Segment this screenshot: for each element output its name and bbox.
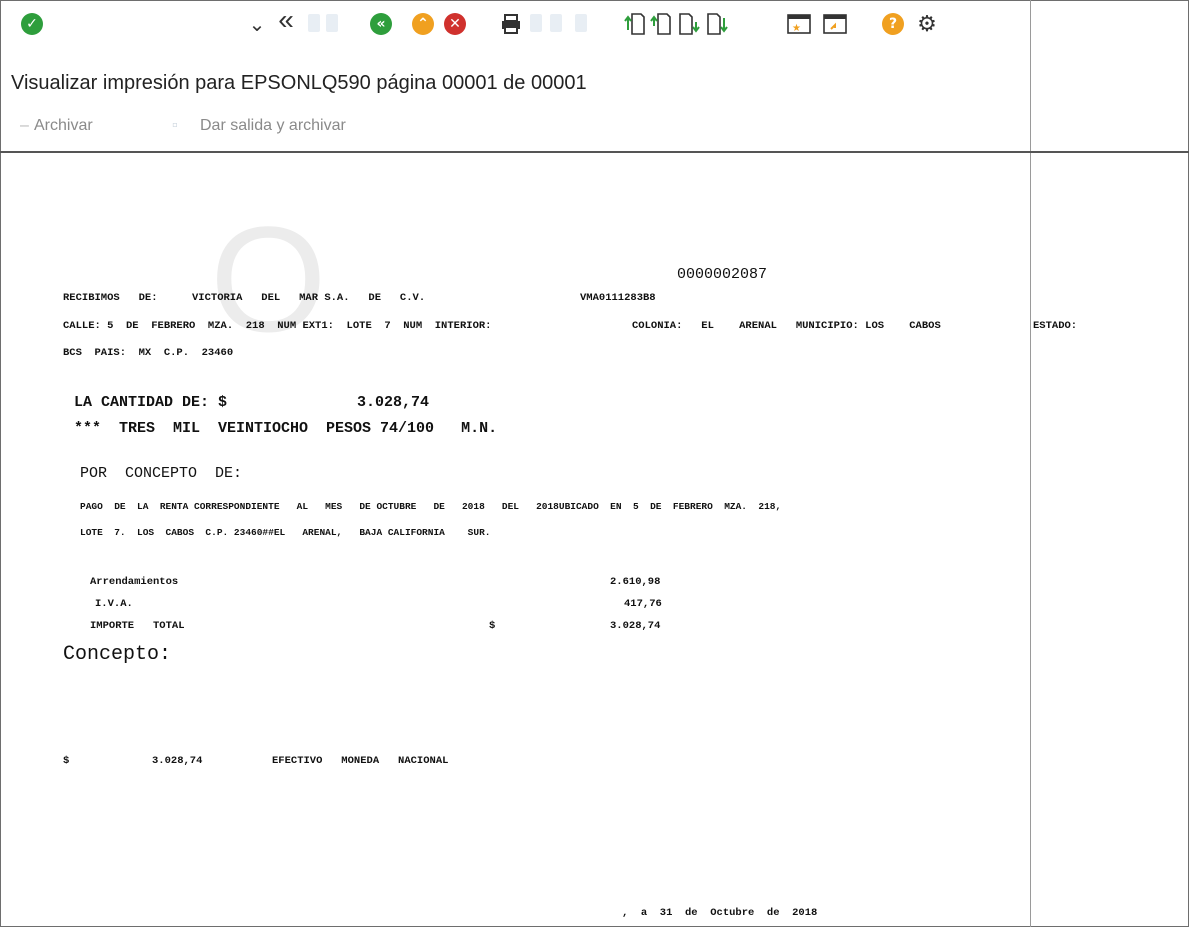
cantidad-label: LA CANTIDAD DE: $ bbox=[74, 394, 228, 411]
last-page-icon[interactable] bbox=[704, 11, 730, 37]
payment-currency: $ bbox=[63, 755, 70, 767]
cantidad-value: 3.028,74 bbox=[357, 394, 430, 411]
next-page-icon[interactable] bbox=[676, 11, 702, 37]
estado-label: ESTADO: bbox=[1033, 320, 1078, 332]
archive-icon[interactable]: – bbox=[20, 117, 29, 135]
item-label: Arrendamientos bbox=[90, 576, 179, 588]
folio-number: 0000002087 bbox=[677, 266, 768, 283]
payment-method: EFECTIVO MONEDA NACIONAL bbox=[272, 755, 449, 767]
double-left-icon[interactable]: « bbox=[273, 4, 299, 35]
svg-text:★: ★ bbox=[792, 23, 801, 34]
chevron-down-icon[interactable]: ⌄ bbox=[244, 11, 270, 37]
output-archive-button[interactable]: Dar salida y archivar bbox=[200, 117, 346, 135]
cantidad-text: *** TRES MIL VEINTIOCHO PESOS 74/100 M.N… bbox=[74, 420, 498, 437]
toolbar: ✓ ⌄ « « ⌃ ✕ ★ ? ⚙ bbox=[0, 0, 1030, 50]
item-currency: $ bbox=[489, 620, 496, 632]
help-icon[interactable]: ? bbox=[880, 11, 906, 37]
concepto-label: POR CONCEPTO DE: bbox=[80, 465, 243, 482]
window-icon[interactable] bbox=[822, 11, 848, 37]
up-icon[interactable]: ⌃ bbox=[410, 11, 436, 37]
settings-icon[interactable]: ⚙ bbox=[914, 11, 940, 37]
new-window-icon[interactable]: ★ bbox=[786, 11, 812, 37]
output-icon[interactable]: ▫ bbox=[172, 117, 178, 135]
cancel-icon[interactable]: ✕ bbox=[442, 11, 468, 37]
disabled-icon bbox=[326, 14, 338, 32]
archive-button[interactable]: Archivar bbox=[34, 117, 93, 135]
concepto-line-2: LOTE 7. LOS CABOS C.P. 23460##EL ARENAL,… bbox=[80, 527, 491, 538]
concepto-line-1: PAGO DE LA RENTA CORRESPONDIENTE AL MES … bbox=[80, 501, 782, 512]
previous-page-icon[interactable] bbox=[648, 11, 674, 37]
print-preview-document: O 0000002087 RECIBIMOS DE: VICTORIA DEL … bbox=[0, 153, 1077, 925]
page-title: Visualizar impresión para EPSONLQ590 pág… bbox=[11, 72, 587, 94]
printer-icon[interactable] bbox=[498, 11, 524, 37]
item-amount: 417,76 bbox=[624, 598, 662, 610]
item-label: I.V.A. bbox=[95, 598, 133, 610]
watermark-o: O bbox=[210, 195, 327, 363]
check-icon[interactable]: ✓ bbox=[19, 11, 45, 37]
address-line-2: BCS PAIS: MX C.P. 23460 bbox=[63, 347, 234, 359]
disabled-icon bbox=[550, 14, 562, 32]
address-line-1b: COLONIA: EL ARENAL MUNICIPIO: LOS CABOS bbox=[632, 320, 941, 332]
recibimos-label: RECIBIMOS DE: bbox=[63, 292, 158, 304]
right-panel-divider bbox=[1030, 0, 1031, 927]
disabled-icon bbox=[530, 14, 542, 32]
date-line: , a 31 de Octubre de 2018 bbox=[622, 907, 818, 919]
first-page-icon[interactable] bbox=[622, 11, 648, 37]
item-label: IMPORTE TOTAL bbox=[90, 620, 185, 632]
item-amount: 3.028,74 bbox=[610, 620, 661, 632]
back-icon[interactable]: « bbox=[368, 11, 394, 37]
item-amount: 2.610,98 bbox=[610, 576, 661, 588]
concepto-heading: Concepto: bbox=[63, 643, 172, 666]
company-name: VICTORIA DEL MAR S.A. DE C.V. bbox=[192, 292, 426, 304]
address-line-1: CALLE: 5 DE FEBRERO MZA. 218 NUM EXT1: L… bbox=[63, 320, 492, 332]
rfc: VMA0111283B8 bbox=[580, 292, 656, 304]
payment-amount: 3.028,74 bbox=[152, 755, 203, 767]
disabled-icon bbox=[575, 14, 587, 32]
disabled-icon bbox=[308, 14, 320, 32]
